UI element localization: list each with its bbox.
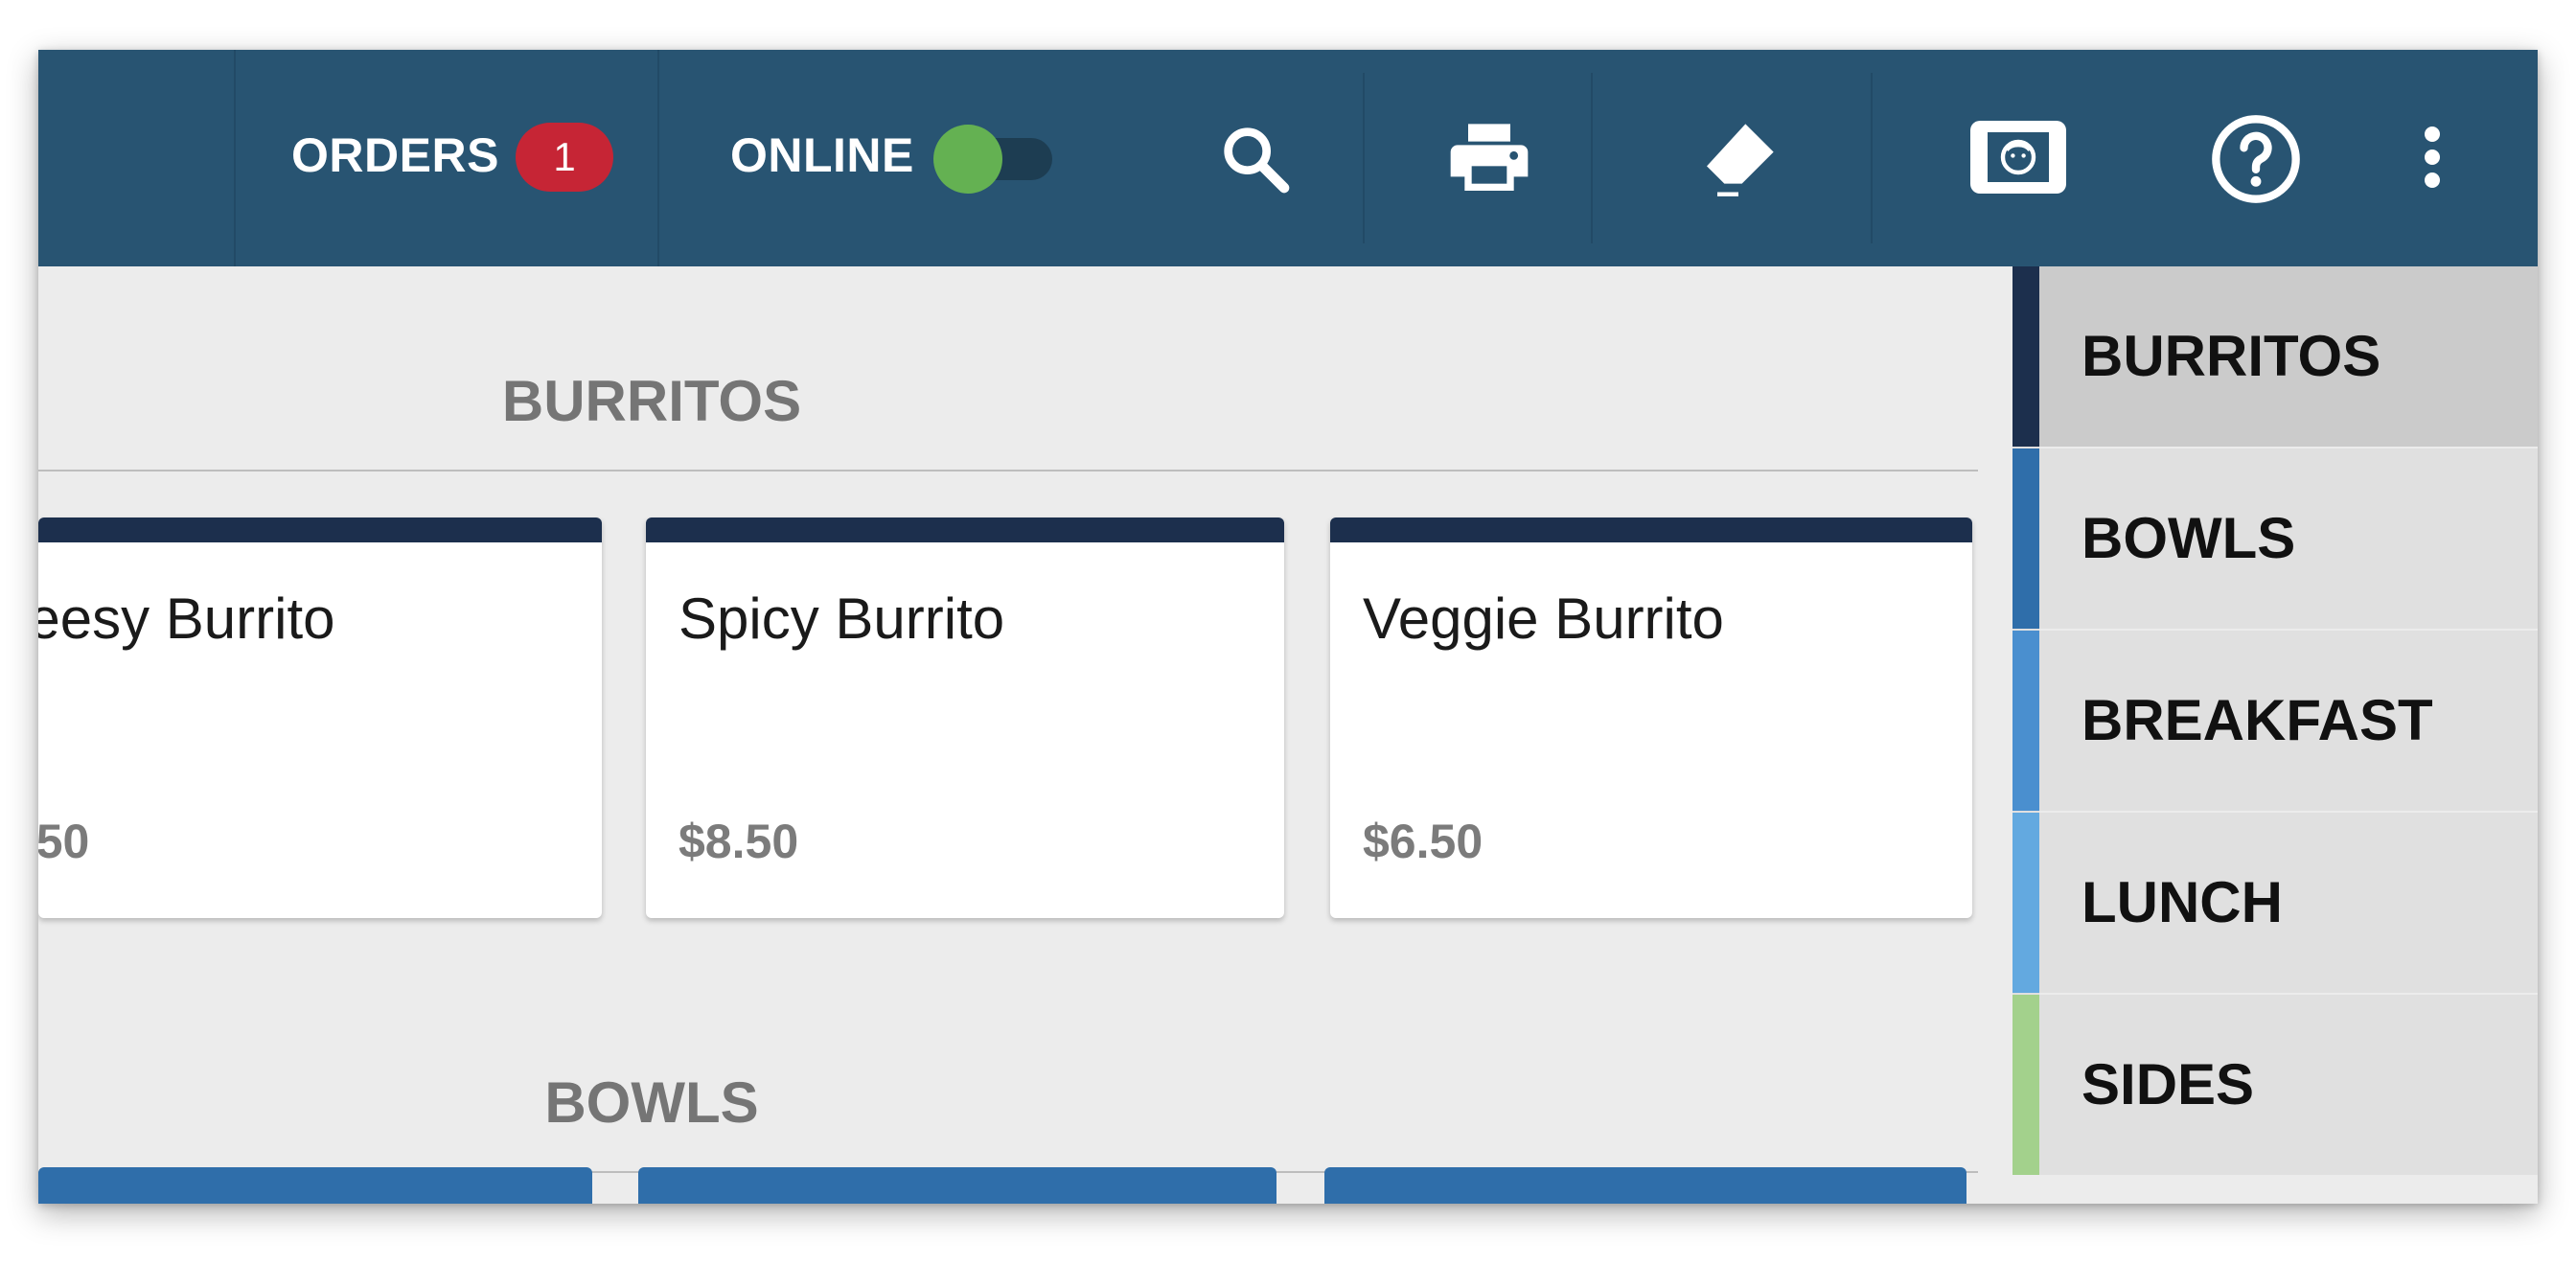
menu-item-card[interactable] [38,1167,592,1204]
help-icon[interactable] [2208,111,2304,207]
category-color-stripe [2012,266,2039,447]
orders-count-badge[interactable]: 1 [516,123,613,192]
online-label: ONLINE [730,128,914,182]
category-color-stripe [2012,813,2039,993]
category-label: BOWLS [2082,506,2296,570]
category-burritos[interactable]: BURRITOS [2012,266,2538,448]
print-icon[interactable] [1447,117,1531,201]
category-color-stripe [2012,448,2039,629]
category-label: LUNCH [2082,870,2283,934]
menu-item-card[interactable]: heesy Burrito 3.50 [38,518,602,918]
section-title-bowls: BOWLS [544,1070,759,1135]
online-toggle[interactable] [933,123,1054,196]
section-title-burritos: BURRITOS [501,369,802,433]
menu-item-card[interactable]: Veggie Burrito $6.50 [1330,518,1972,918]
category-label: BREAKFAST [2082,688,2433,752]
divider [1871,73,1873,243]
app-window: ORDERS 1 ONLINE BURRITOS eesy Burrito 50… [38,50,2538,1204]
search-icon[interactable] [1217,121,1294,197]
menu-content[interactable]: BURRITOS heesy Burrito 3.50 Spicy Burrit… [38,266,2012,1204]
category-label: BURRITOS [2082,324,2381,388]
menu-item-card[interactable] [638,1167,1276,1204]
category-color-stripe [2012,995,2039,1175]
divider [657,50,659,266]
menu-item-price: $6.50 [1363,815,1484,868]
menu-item-name: Spicy Burrito [678,586,1005,651]
category-breakfast[interactable]: BREAKFAST [2012,631,2538,813]
menu-item-price: 3.50 [38,815,90,868]
online-toggle-knob [933,125,1002,194]
menu-item-name: Veggie Burrito [1363,586,1724,651]
divider [1363,73,1365,243]
category-sidebar: BURRITOS BOWLS BREAKFAST LUNCH SIDES [2012,266,2538,1175]
card-color-bar [1330,518,1972,542]
menu-item-name: heesy Burrito [38,586,335,651]
menu-item-card[interactable] [1324,1167,1966,1204]
more-vert-icon[interactable] [2421,126,2444,188]
section-divider [38,470,1978,472]
category-bowls[interactable]: BOWLS [2012,448,2538,631]
category-color-stripe [2012,631,2039,811]
orders-button[interactable]: ORDERS [291,126,499,184]
card-color-bar [646,518,1284,542]
menu-item-price: $8.50 [678,815,799,868]
top-bar: ORDERS 1 ONLINE [38,50,2538,266]
category-label: SIDES [2082,1052,2255,1116]
customer-display-icon[interactable] [1968,119,2068,196]
divider [1591,73,1593,243]
divider [234,50,236,266]
card-color-bar [38,518,602,542]
eraser-icon[interactable] [1696,117,1781,201]
menu-item-card[interactable]: Spicy Burrito $8.50 [646,518,1284,918]
category-sides[interactable]: SIDES [2012,995,2538,1175]
category-lunch[interactable]: LUNCH [2012,813,2538,995]
